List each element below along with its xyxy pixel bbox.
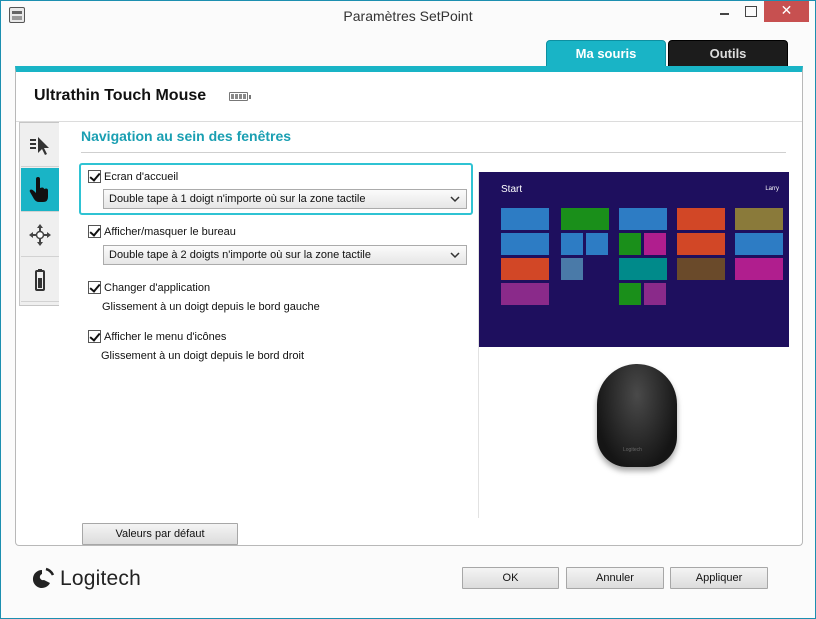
checkbox-afficher-bureau[interactable] xyxy=(88,225,101,238)
main-panel: Ultrathin Touch Mouse Navigation au sein… xyxy=(15,66,803,546)
side-tab-pointer[interactable] xyxy=(21,123,59,167)
mouse-brand-label: Logitech xyxy=(623,447,642,453)
side-tab-bar xyxy=(19,122,59,306)
start-tile xyxy=(501,208,549,230)
option-description: Glissement à un doigt depuis le bord dro… xyxy=(101,350,305,362)
option-description: Glissement à un doigt depuis le bord gau… xyxy=(102,301,320,313)
start-tile xyxy=(735,233,783,255)
window-title: Paramètres SetPoint xyxy=(343,8,473,24)
start-tile xyxy=(561,233,583,255)
start-label: Start xyxy=(501,184,523,195)
side-tab-touch[interactable] xyxy=(21,168,59,212)
side-tab-battery[interactable] xyxy=(21,258,59,302)
defaults-button[interactable]: Valeurs par défaut xyxy=(82,523,238,545)
start-tile xyxy=(619,233,641,255)
start-tile xyxy=(561,208,609,230)
option-changer-application[interactable]: Changer d'application xyxy=(88,281,210,294)
close-button[interactable]: ✕ xyxy=(764,1,809,22)
select-ecran-accueil[interactable]: Double tape à 1 doigt n'importe où sur l… xyxy=(103,189,467,209)
start-tile xyxy=(644,233,666,255)
tab-outils[interactable]: Outils xyxy=(668,40,788,67)
checkbox-changer-application[interactable] xyxy=(88,281,101,294)
minimize-button[interactable] xyxy=(711,1,737,22)
select-value: Double tape à 1 doigt n'importe où sur l… xyxy=(109,193,366,205)
logo-text: Logitech xyxy=(60,567,141,590)
pointer-settings-icon xyxy=(30,136,49,155)
start-tile xyxy=(619,258,667,280)
select-afficher-bureau[interactable]: Double tape à 2 doigts n'importe où sur … xyxy=(103,245,467,265)
battery-icon xyxy=(35,268,45,291)
touch-hand-icon xyxy=(29,176,48,202)
option-afficher-bureau[interactable]: Afficher/masquer le bureau xyxy=(88,225,236,238)
ok-button[interactable]: OK xyxy=(462,567,559,589)
start-tile xyxy=(501,258,549,280)
option-menu-icones[interactable]: Afficher le menu d'icônes xyxy=(88,330,226,343)
start-tile xyxy=(677,233,725,255)
start-tile xyxy=(735,208,783,230)
move-arrows-icon xyxy=(29,223,51,246)
option-ecran-accueil[interactable]: Ecran d'accueil xyxy=(88,170,178,183)
start-tile xyxy=(501,283,549,305)
tab-ma-souris[interactable]: Ma souris xyxy=(546,40,666,67)
start-tile xyxy=(644,283,666,305)
setpoint-window: Paramètres SetPoint ✕ Ma souris Outils U… xyxy=(0,0,816,619)
logitech-logo: Logitech xyxy=(28,566,141,592)
checkbox-ecran-accueil[interactable] xyxy=(88,170,101,183)
apply-button[interactable]: Appliquer xyxy=(670,567,768,589)
battery-level-icon xyxy=(229,92,251,101)
start-tile xyxy=(561,258,583,280)
cancel-button[interactable]: Annuler xyxy=(566,567,664,589)
option-label: Ecran d'accueil xyxy=(104,170,179,183)
windows-start-screen-image: Start Larry xyxy=(479,172,789,347)
device-name: Ultrathin Touch Mouse xyxy=(34,87,207,104)
start-tile xyxy=(619,283,641,305)
chevron-down-icon xyxy=(450,196,460,203)
maximize-button[interactable] xyxy=(737,1,763,22)
side-tab-move[interactable] xyxy=(21,213,59,257)
section-title: Navigation au sein des fenêtres xyxy=(81,128,292,144)
start-tile xyxy=(619,208,667,230)
user-label: Larry xyxy=(765,186,779,192)
select-value: Double tape à 2 doigts n'importe où sur … xyxy=(109,249,371,261)
logitech-logo-icon xyxy=(32,567,55,588)
checkbox-menu-icones[interactable] xyxy=(88,330,101,343)
start-tile xyxy=(501,233,549,255)
start-tile xyxy=(677,258,725,280)
chevron-down-icon xyxy=(450,252,460,259)
option-label: Changer d'application xyxy=(104,281,211,294)
title-bar[interactable]: Paramètres SetPoint ✕ xyxy=(1,1,815,31)
start-tile xyxy=(735,258,783,280)
start-tile xyxy=(586,233,608,255)
section-divider xyxy=(81,152,786,153)
touch-mouse-image: Logitech xyxy=(597,364,677,467)
option-label: Afficher le menu d'icônes xyxy=(104,330,227,343)
gesture-preview: Start Larry Logitech xyxy=(478,172,789,518)
header-separator xyxy=(16,121,802,122)
start-tile xyxy=(677,208,725,230)
option-label: Afficher/masquer le bureau xyxy=(104,225,236,238)
